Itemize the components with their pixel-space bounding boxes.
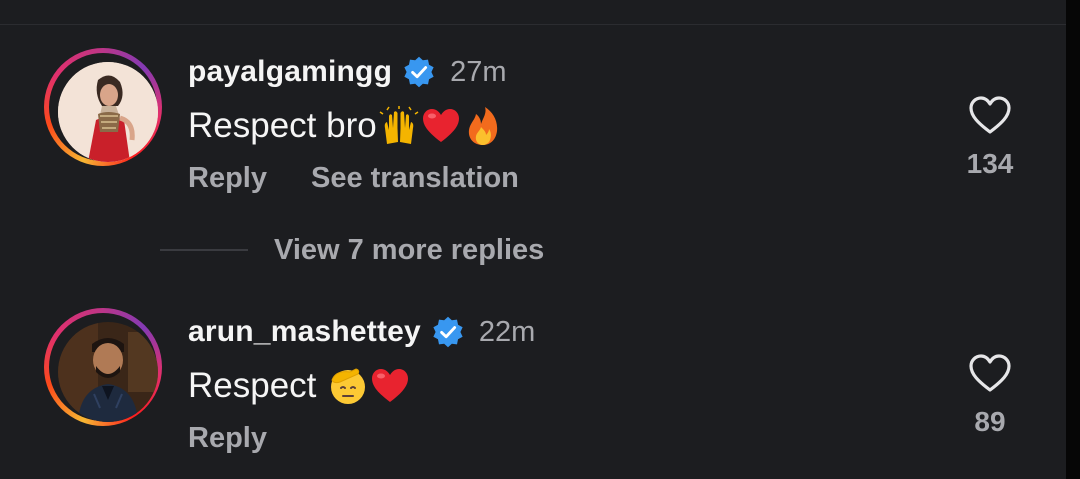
- comment-actions: Reply: [188, 418, 267, 458]
- replies-divider: [160, 249, 248, 251]
- comment-header: arun_mashettey 22m: [188, 312, 535, 352]
- verified-badge-icon: [402, 55, 436, 89]
- comment-actions: Reply See translation: [188, 158, 519, 198]
- woman-red-dress-avatar-icon: [58, 62, 158, 162]
- avatar[interactable]: [58, 322, 158, 422]
- comment-text: Respect: [188, 366, 317, 405]
- avatar-ring-gap: [49, 313, 158, 422]
- see-translation-button[interactable]: See translation: [311, 162, 519, 195]
- timestamp: 22m: [478, 315, 536, 348]
- like-count: 89: [974, 406, 1006, 437]
- comments-panel: payalgamingg 27m Respect bro Reply See t…: [0, 0, 1066, 479]
- view-more-replies-button[interactable]: View 7 more replies: [274, 234, 544, 267]
- reply-button[interactable]: Reply: [188, 162, 267, 195]
- screen-edge: [1066, 0, 1080, 479]
- timestamp: 27m: [450, 55, 507, 88]
- divider: [0, 24, 1066, 25]
- saluting-face-emoji-icon: [328, 366, 368, 406]
- comment-header: payalgamingg 27m: [188, 52, 507, 92]
- red-heart-emoji-icon: [421, 106, 461, 146]
- verified-badge-icon: [431, 315, 465, 349]
- story-ring[interactable]: [44, 308, 162, 426]
- view-replies-row[interactable]: View 7 more replies: [160, 228, 544, 272]
- username[interactable]: arun_mashettey: [188, 315, 421, 349]
- like-count: 134: [966, 148, 1014, 179]
- heart-icon[interactable]: [967, 352, 1013, 394]
- heart-icon[interactable]: [967, 94, 1013, 136]
- fire-emoji-icon: [463, 106, 503, 146]
- story-ring[interactable]: [44, 48, 162, 166]
- red-heart-emoji-icon: [370, 366, 410, 406]
- raising-hands-emoji-icon: [379, 106, 419, 146]
- comment-body: Respect: [188, 362, 410, 410]
- comment-item: payalgamingg 27m Respect bro Reply See t…: [0, 46, 1066, 206]
- like-control: 134: [960, 94, 1020, 180]
- comment-item: arun_mashettey 22m Respect Reply 89: [0, 306, 1066, 466]
- username[interactable]: payalgamingg: [188, 55, 392, 89]
- comment-body: Respect bro: [188, 102, 503, 150]
- like-control: 89: [960, 352, 1020, 438]
- reply-button[interactable]: Reply: [188, 422, 267, 455]
- avatar-ring-gap: [49, 53, 158, 162]
- man-dark-jacket-avatar-icon: [58, 322, 158, 422]
- comment-text: Respect bro: [188, 106, 377, 145]
- avatar[interactable]: [58, 62, 158, 162]
